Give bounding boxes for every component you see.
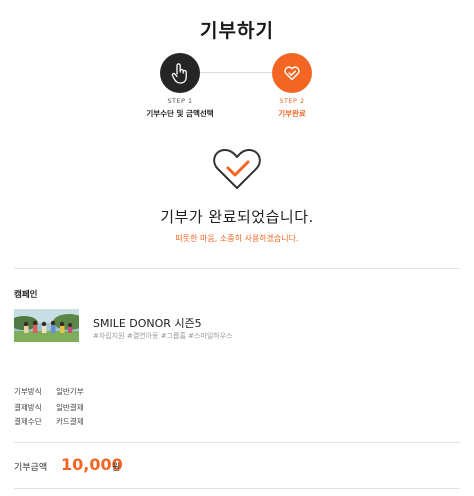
payment-type-label: 결제방식 <box>14 403 42 412</box>
step-2-number: STEP 2 <box>279 97 305 105</box>
heart-check-icon <box>210 146 264 196</box>
page-title: 기부하기 <box>200 20 274 42</box>
divider <box>14 442 460 443</box>
campaign-name[interactable]: SMILE DONOR 시즌5 <box>93 315 202 331</box>
campaign-section-title: 캠페인 <box>14 290 38 300</box>
payment-method-label: 결제수단 <box>14 417 42 426</box>
step-2-label: 기부완료 <box>278 109 306 118</box>
payment-type-value: 일반결제 <box>56 403 84 412</box>
divider <box>14 488 460 489</box>
completion-message: 기부가 완료되었습니다. <box>160 208 314 226</box>
payment-method-value: 카드결제 <box>56 417 84 426</box>
completion-submessage: 따뜻한 마음, 소중히 사용하겠습니다. <box>175 234 299 243</box>
step-2-circle <box>272 53 312 93</box>
step-1-label: 기부수단 및 금액선택 <box>146 109 214 118</box>
step-1-circle <box>160 53 200 93</box>
hand-pointer-icon <box>171 63 187 84</box>
step-1-number: STEP 1 <box>167 97 193 105</box>
divider <box>14 268 460 269</box>
heart-check-icon <box>284 66 300 81</box>
campaign-thumbnail[interactable] <box>14 309 79 342</box>
campaign-tags: #자립지원 #결연아동 #그룹홈 #스마일하우스 <box>93 332 233 340</box>
amount-label: 기부금액 <box>14 463 48 473</box>
donation-type-value: 일반기부 <box>56 387 84 396</box>
amount-unit: 원 <box>112 463 121 473</box>
donation-type-label: 기부방식 <box>14 387 42 396</box>
step-connector <box>200 72 274 73</box>
